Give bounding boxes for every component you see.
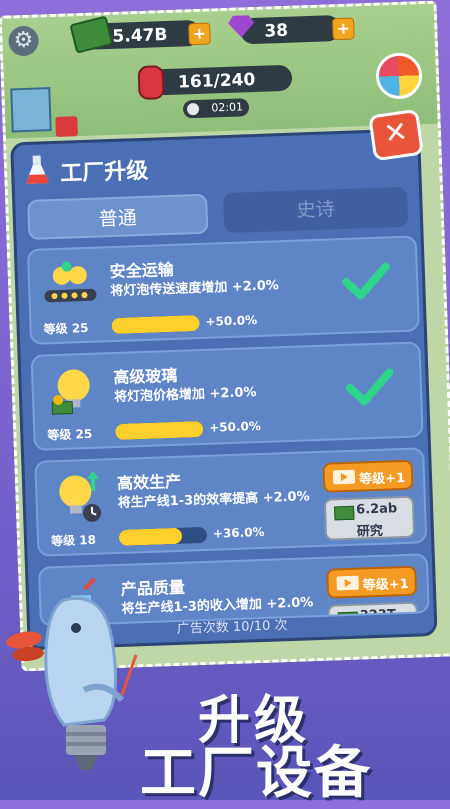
progress-bar bbox=[115, 420, 204, 441]
ad-button-label: 等级+1 bbox=[358, 470, 406, 488]
check-icon bbox=[342, 262, 390, 300]
factory-upgrade-modal: 工厂升级 ✕ 普通 史诗 等级 25 安全运输 将灯泡传送速度增加 +2.0% … bbox=[10, 108, 438, 651]
research-button[interactable]: 6.2ab 研究 bbox=[323, 495, 416, 541]
add-money-button[interactable]: + bbox=[188, 22, 211, 46]
close-button[interactable]: ✕ bbox=[368, 108, 425, 162]
progress-bar bbox=[118, 526, 208, 546]
bulb-efficiency-icon bbox=[59, 470, 102, 522]
cash-icon bbox=[334, 505, 355, 521]
tab-normal[interactable]: 普通 bbox=[27, 193, 209, 240]
modal-header: 工厂升级 ✕ bbox=[13, 108, 425, 195]
gem-value: 38 bbox=[264, 20, 289, 42]
watch-ad-level-up-button[interactable]: 等级+1 bbox=[326, 565, 418, 599]
progress-fill bbox=[115, 420, 204, 441]
promo-headline-line2: 工厂设备 bbox=[140, 741, 372, 806]
research-cost: 6.2ab bbox=[355, 501, 398, 518]
capacity-icon bbox=[137, 65, 165, 101]
progress-fill bbox=[111, 315, 200, 335]
progress-value: +36.0% bbox=[212, 524, 265, 541]
progress-value: +50.0% bbox=[205, 313, 258, 329]
add-gems-button[interactable]: + bbox=[331, 17, 355, 41]
video-icon bbox=[336, 575, 359, 591]
gear-icon[interactable]: ⚙ bbox=[8, 25, 40, 57]
upgrade-card: 等级 25 高级玻璃 将灯泡价格增加 +2.0% +50.0% bbox=[30, 341, 424, 451]
video-icon bbox=[332, 469, 356, 485]
capacity-value: 161/240 bbox=[177, 69, 256, 93]
progress-fill bbox=[118, 527, 183, 546]
watch-ad-level-up-button[interactable]: 等级+1 bbox=[322, 459, 414, 493]
level-label: 等级 25 bbox=[47, 426, 93, 443]
flask-icon bbox=[26, 155, 49, 184]
modal-title: 工厂升级 bbox=[59, 158, 149, 187]
research-label: 研究 bbox=[356, 523, 384, 540]
upgrade-description: 将灯泡价格增加 +2.0% bbox=[113, 385, 257, 406]
progress-value: +50.0% bbox=[208, 418, 262, 435]
progress-bar bbox=[111, 315, 200, 335]
money-value: 5.47B bbox=[112, 24, 168, 47]
level-label: 等级 25 bbox=[43, 320, 89, 337]
prize-wheel-icon[interactable] bbox=[375, 52, 423, 100]
upgrade-card: 等级 25 安全运输 将灯泡传送速度增加 +2.0% +50.0% bbox=[26, 235, 420, 345]
ad-button-label: 等级+1 bbox=[362, 576, 409, 594]
bulb-price-icon bbox=[51, 369, 90, 415]
game-screen-frame: ⚙ 5.47B + 38 + 161/240 02:01 工厂升级 ✕ 普通 史… bbox=[0, 0, 450, 672]
upgrade-card: 等级 18 高效生产 将生产线1-3的效率提高 +2.0% +36.0% 等级+… bbox=[34, 447, 428, 557]
building-icon bbox=[10, 87, 52, 133]
check-icon bbox=[345, 368, 394, 406]
tab-epic[interactable]: 史诗 bbox=[223, 186, 409, 234]
bulb-conveyor-icon bbox=[44, 261, 97, 303]
level-label: 等级 18 bbox=[50, 532, 97, 549]
red-tag-icon[interactable] bbox=[55, 116, 78, 137]
gem-counter bbox=[239, 14, 341, 45]
